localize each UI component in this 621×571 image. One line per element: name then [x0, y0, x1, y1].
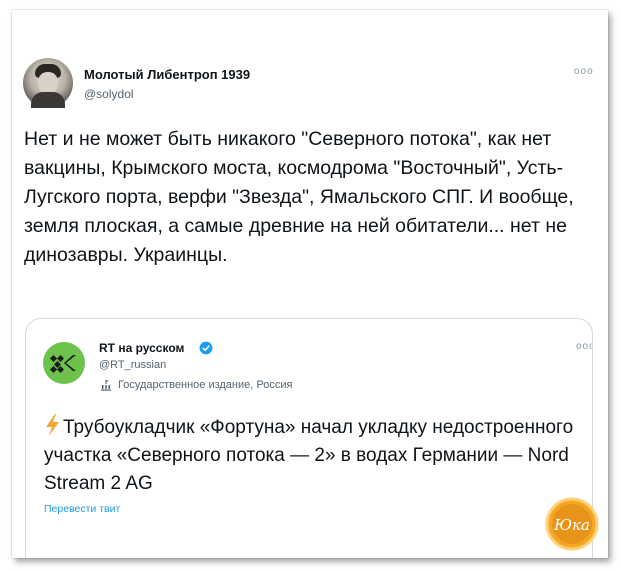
government-building-icon	[101, 380, 111, 391]
quoted-tweet-body: Трубоукладчик «Фортуна» начал укладку не…	[44, 417, 574, 494]
watermark-logo: Юка	[545, 497, 599, 551]
rt-logo[interactable]	[43, 342, 85, 384]
quoted-tweet-text: Трубоукладчик «Фортуна» начал укладку не…	[44, 414, 574, 498]
avatar[interactable]	[23, 58, 73, 108]
state-media-label[interactable]: Государственное издание, Россия	[118, 379, 292, 391]
translate-tweet-link[interactable]: Перевести твит	[44, 503, 120, 515]
watermark-text: Юка	[553, 516, 590, 534]
quoted-author-handle[interactable]: @RT_russian	[99, 359, 166, 371]
quoted-author-name[interactable]: RT на русском	[99, 341, 184, 355]
screenshot-frame: Молотый Либентроп 1939 @solydol ooo Нет …	[12, 10, 608, 558]
avatar-body	[31, 92, 65, 108]
tweet-text: Нет и не может быть никакого "Северного …	[24, 128, 574, 266]
verified-icon	[199, 341, 213, 355]
more-options-icon[interactable]: ooo	[574, 66, 594, 77]
lightning-bolt-icon	[46, 414, 59, 436]
author-name[interactable]: Молотый Либентроп 1939	[84, 67, 250, 82]
quoted-more-options-icon[interactable]: ooo	[576, 341, 592, 352]
quoted-tweet-card[interactable]: RT на русском @RT_russian Государственно…	[25, 318, 593, 558]
avatar-face	[38, 72, 58, 94]
author-handle[interactable]: @solydol	[84, 87, 134, 101]
